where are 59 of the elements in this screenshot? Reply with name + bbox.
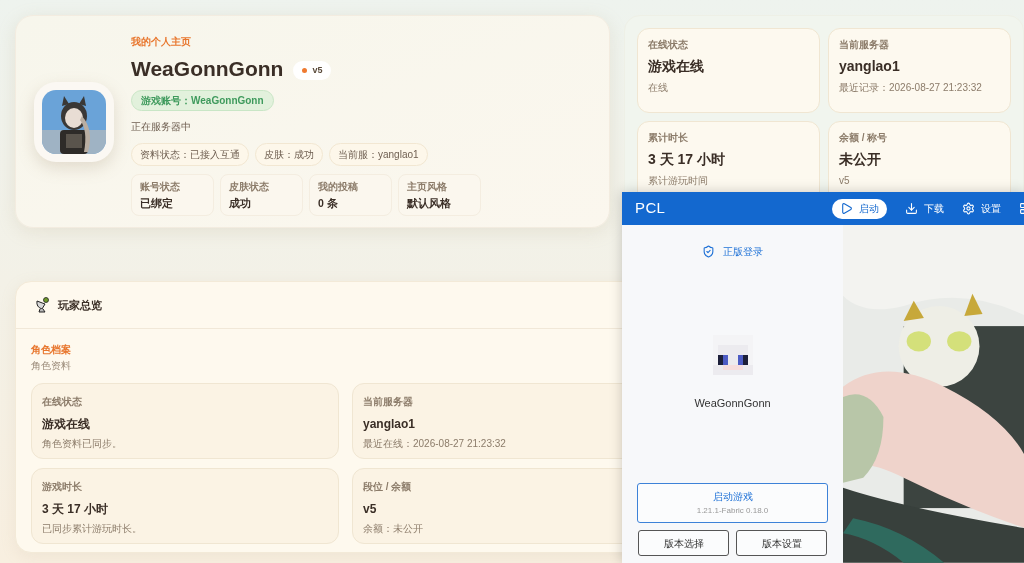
card-note: v5 — [839, 174, 851, 188]
shield-icon — [702, 245, 715, 259]
panel-title: 玩家总览 — [58, 297, 102, 313]
nav-tab[interactable]: 设置 — [962, 198, 1001, 219]
card-note: 最近在线：2026-08-27 21:23:32 — [363, 437, 507, 451]
nav-tab[interactable]: 下载 — [905, 198, 944, 219]
section-title: 角色档案 — [31, 343, 72, 357]
card-note: 在线 — [648, 81, 669, 95]
card-label: 在线状态 — [648, 38, 689, 52]
card-value: 3 天 17 小时 — [42, 501, 110, 518]
card-label: 游戏时长 — [42, 480, 83, 494]
stat-value: 成功 — [229, 195, 252, 211]
settings-icon — [962, 202, 975, 216]
section-subtitle: 角色资料 — [31, 359, 72, 373]
card-note: 余额：未公开 — [363, 522, 424, 536]
launcher-title: PCL — [635, 198, 666, 219]
card-label: 在线状态 — [42, 395, 83, 409]
version-text: 1.21.1-Fabric 0.18.0 — [696, 505, 769, 517]
card-label: 累计时长 — [648, 131, 689, 145]
stat-label: 皮肤状态 — [229, 179, 270, 194]
player-name: WeaGonnGonn — [131, 56, 284, 82]
card-label: 余额 / 称号 — [839, 131, 889, 145]
download-icon — [905, 202, 918, 216]
info-chip: 资料状态：已接入互通 — [131, 142, 249, 166]
launch-label: 启动游戏 — [712, 490, 753, 504]
version-button[interactable]: 版本设置 — [736, 530, 827, 556]
stat-label: 账号状态 — [140, 179, 181, 194]
card-value: 3 天 17 小时 — [648, 150, 727, 169]
card-label: 当前服务器 — [363, 395, 414, 409]
card-value: yanglao1 — [839, 57, 901, 76]
satellite-dish-icon — [34, 297, 50, 313]
play-icon — [840, 202, 853, 216]
card-note: 已同步累计游玩时长。 — [42, 522, 143, 536]
stat-value: 已绑定 — [140, 195, 174, 211]
card-value: v5 — [363, 501, 378, 518]
card-note: 最近记录：2026-08-27 21:23:32 — [839, 81, 983, 95]
info-chip: 皮肤：成功 — [255, 142, 323, 166]
account-tag: 游戏账号：WeaGonnGonn — [131, 89, 274, 111]
launch-game-button[interactable]: 启动游戏 1.21.1-Fabric 0.18.0 — [637, 483, 828, 523]
stat-value: 默认风格 — [407, 195, 452, 211]
card-value: 游戏在线 — [648, 57, 705, 76]
level-text: v5 — [312, 63, 323, 77]
nav-tab[interactable]: 启动 — [832, 198, 887, 219]
status-text: 正在服务器中 — [131, 119, 192, 134]
card-label: 当前服务器 — [839, 38, 890, 52]
card-value: yanglao1 — [363, 416, 417, 433]
stat-value: 0 条 — [318, 195, 339, 211]
card-label: 段位 / 余额 — [363, 480, 413, 494]
stat-label: 主页风格 — [407, 179, 448, 194]
login-link[interactable]: 正版登录 — [702, 244, 763, 260]
stat-label: 我的投稿 — [318, 179, 359, 194]
launcher-player-name: WeaGonnGonn — [694, 396, 771, 412]
card-value: 未公开 — [839, 150, 882, 169]
card-note: 角色资料已同步。 — [42, 437, 123, 451]
version-button[interactable]: 版本选择 — [638, 530, 729, 556]
card-note: 累计游玩时间 — [648, 174, 709, 188]
card-value: 游戏在线 — [42, 416, 91, 433]
page-kicker: 我的个人主页 — [131, 35, 192, 49]
info-chip: 当前服：yanglao1 — [329, 142, 428, 166]
